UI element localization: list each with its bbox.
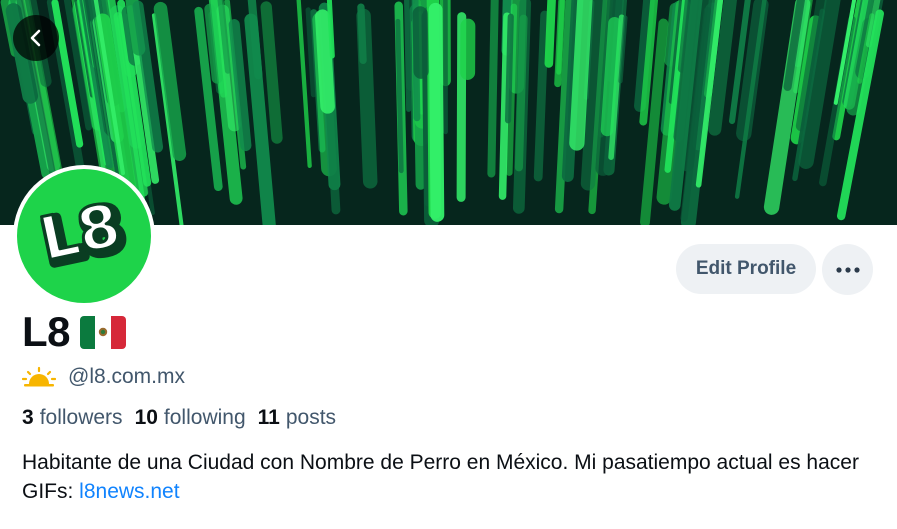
following-label: following	[163, 406, 246, 429]
followers-stat[interactable]: 3 followers	[22, 406, 123, 430]
sunrise-icon	[22, 366, 56, 387]
chevron-left-icon	[30, 29, 41, 47]
l8-logo-icon: L8 L8	[32, 188, 135, 283]
more-options-button[interactable]	[822, 244, 873, 295]
profile-stats: 3 followers 10 following 11 posts	[22, 403, 336, 433]
posts-label: posts	[285, 406, 337, 429]
banner-streak	[460, 18, 476, 80]
edit-profile-button[interactable]: Edit Profile	[676, 244, 816, 294]
followers-count: 3	[22, 406, 34, 429]
display-name: L8	[22, 308, 71, 355]
back-button[interactable]	[13, 15, 59, 61]
bio-link[interactable]: l8news.net	[79, 480, 179, 503]
banner-streak	[428, 2, 445, 222]
banner-streak	[443, 0, 448, 135]
posts-stat: 11 posts	[258, 406, 336, 430]
following-stat[interactable]: 10 following	[135, 406, 246, 430]
handle-row: @l8.com.mx	[22, 362, 185, 392]
profile-handle: @l8.com.mx	[68, 365, 185, 388]
followers-label: followers	[39, 406, 123, 429]
mexico-flag-icon	[80, 315, 126, 349]
posts-count: 11	[257, 406, 280, 429]
following-count: 10	[134, 406, 158, 429]
avatar-logo: L8 L8	[17, 169, 151, 303]
display-name-row: L8	[22, 307, 126, 357]
ellipsis-icon	[835, 266, 860, 273]
profile-bio: Habitante de una Ciudad con Nombre de Pe…	[22, 448, 882, 506]
avatar[interactable]: L8 L8	[13, 165, 155, 307]
banner-streak	[412, 6, 429, 79]
